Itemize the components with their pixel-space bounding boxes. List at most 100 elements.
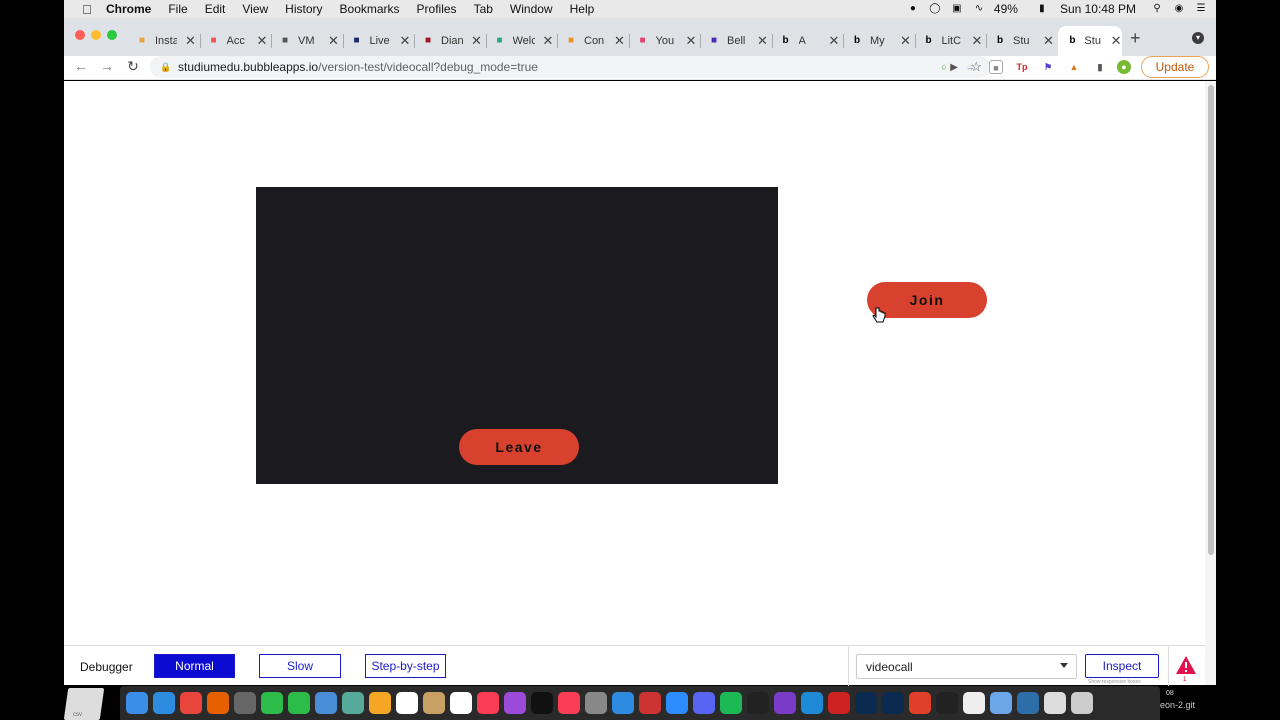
pycharm-icon[interactable] [747,692,769,714]
photoshop-icon[interactable] [855,692,877,714]
close-icon[interactable]: ✕ [686,33,697,49]
page-select[interactable]: videocall [856,654,1077,679]
visual-studio-icon[interactable] [774,692,796,714]
screen-share-icon[interactable]: ▣ [950,3,964,15]
lock-icon[interactable]: 🔒 [160,62,171,73]
menu-view[interactable]: View [242,2,268,16]
safari-icon[interactable] [153,692,175,714]
discord-icon[interactable] [693,692,715,714]
tab[interactable]: ■ Acc ✕ [208,26,268,56]
finder-icon[interactable] [126,692,148,714]
leave-button[interactable]: Leave [459,429,579,465]
notes-icon[interactable] [423,692,445,714]
menu-window[interactable]: Window [510,2,553,16]
spotlight-icon[interactable]: ⚲ [1150,3,1164,15]
facetime-icon[interactable] [261,692,283,714]
forward-icon[interactable]: → [98,58,116,74]
menu-file[interactable]: File [168,2,187,16]
menu-tab[interactable]: Tab [474,2,493,16]
step-by-step-button[interactable]: Step-by-step [365,654,446,678]
tab-active[interactable]: b Stu ✕ [1057,26,1122,56]
tab[interactable]: b LitC ✕ [923,26,983,56]
normal-mode-button[interactable]: Normal [154,654,235,678]
tab[interactable]: ■ Bell ✕ [708,26,768,56]
record-icon[interactable]: ● [906,3,920,15]
tab[interactable]: b Stu ✕ [994,26,1054,56]
close-icon[interactable]: ✕ [471,33,482,49]
keynote-icon[interactable] [639,692,661,714]
menu-history[interactable]: History [285,2,322,16]
page-scrollbar[interactable] [1205,81,1216,685]
tab[interactable]: ■ Con ✕ [565,26,625,56]
close-icon[interactable]: ✕ [900,33,911,49]
user-avatar-icon[interactable]: ◉ [1172,3,1186,15]
camera-icon[interactable]: ▶ [950,62,958,73]
minimize-window-icon[interactable] [91,30,101,40]
screenshot-icon[interactable] [1044,692,1066,714]
spotify-icon[interactable] [720,692,742,714]
tab[interactable]: ■ Dian ✕ [422,26,482,56]
system-preferences-icon[interactable] [585,692,607,714]
chrome-icon[interactable] [180,692,202,714]
tab[interactable]: ■ Live ✕ [351,26,411,56]
address-bar[interactable]: 🔒 studiumedu.bubbleapps.io/version-test/… [150,56,990,78]
lightroom-icon[interactable] [882,692,904,714]
reload-icon[interactable]: ↻ [124,58,142,75]
close-icon[interactable]: ✕ [829,33,840,49]
close-icon[interactable]: ✕ [543,33,554,49]
extension-grammarly-icon[interactable]: ○ [937,60,951,74]
quicktime-icon[interactable] [1017,692,1039,714]
extensions-menu-icon[interactable]: ▮ [1093,60,1107,74]
reminders-icon[interactable] [450,692,472,714]
close-icon[interactable]: ✕ [257,33,268,49]
control-center-icon[interactable]: ☰ [1194,3,1208,15]
vscode-icon[interactable] [801,692,823,714]
folder-icon[interactable] [990,692,1012,714]
close-icon[interactable]: ✕ [400,33,411,49]
tab[interactable]: ■ Insta ✕ [136,26,196,56]
zoom-icon[interactable] [666,692,688,714]
menu-bookmarks[interactable]: Bookmarks [340,2,400,16]
tab-search-icon[interactable]: ▾ [1192,32,1204,44]
trash-icon[interactable] [1071,692,1093,714]
maps-icon[interactable] [342,692,364,714]
tab[interactable]: ■ VM ✕ [279,26,339,56]
launchpad-icon[interactable] [234,692,256,714]
tv-icon[interactable] [531,692,553,714]
menu-help[interactable]: Help [570,2,595,16]
messages-icon[interactable] [288,692,310,714]
terminal-icon[interactable] [936,692,958,714]
close-icon[interactable]: ✕ [757,33,768,49]
calendar-icon[interactable] [396,692,418,714]
close-icon[interactable]: ✕ [185,33,196,49]
menu-profiles[interactable]: Profiles [417,2,457,16]
inspect-subtext[interactable]: Show responsive boxes [1088,679,1141,685]
tab[interactable]: b My ✕ [851,26,911,56]
close-icon[interactable]: ✕ [972,33,983,49]
close-window-icon[interactable] [75,30,85,40]
profile-avatar-icon[interactable]: ● [1117,60,1131,74]
tab[interactable]: ■ Welc ✕ [494,26,554,56]
photos-icon[interactable] [369,692,391,714]
app-store-icon[interactable] [612,692,634,714]
close-icon[interactable]: ✕ [1111,33,1122,49]
desktop-file-thumbnail[interactable] [63,688,105,720]
extension-tp-icon[interactable]: Tp [1015,60,1029,74]
tab[interactable]: ■ You ✕ [637,26,697,56]
extension-key-icon[interactable]: → [963,60,977,74]
extension-metamask-icon[interactable]: ▲ [1067,60,1081,74]
battery-percent[interactable]: 49% [994,2,1018,16]
git-icon[interactable] [909,692,931,714]
extension-flag-icon[interactable]: ⚑ [1041,60,1055,74]
scrollbar-thumb[interactable] [1208,85,1214,555]
new-tab-button[interactable]: + [1130,28,1141,49]
clock[interactable]: Sun 10:48 PM [1060,2,1136,16]
back-icon[interactable]: ← [72,58,90,74]
screen-record-icon[interactable] [828,692,850,714]
close-icon[interactable]: ✕ [1043,33,1054,49]
document-icon[interactable] [963,692,985,714]
firefox-icon[interactable] [207,692,229,714]
tab[interactable]: b A ✕ [780,26,840,56]
update-button[interactable]: Update [1141,56,1209,78]
apple-icon[interactable]:  [80,2,94,17]
